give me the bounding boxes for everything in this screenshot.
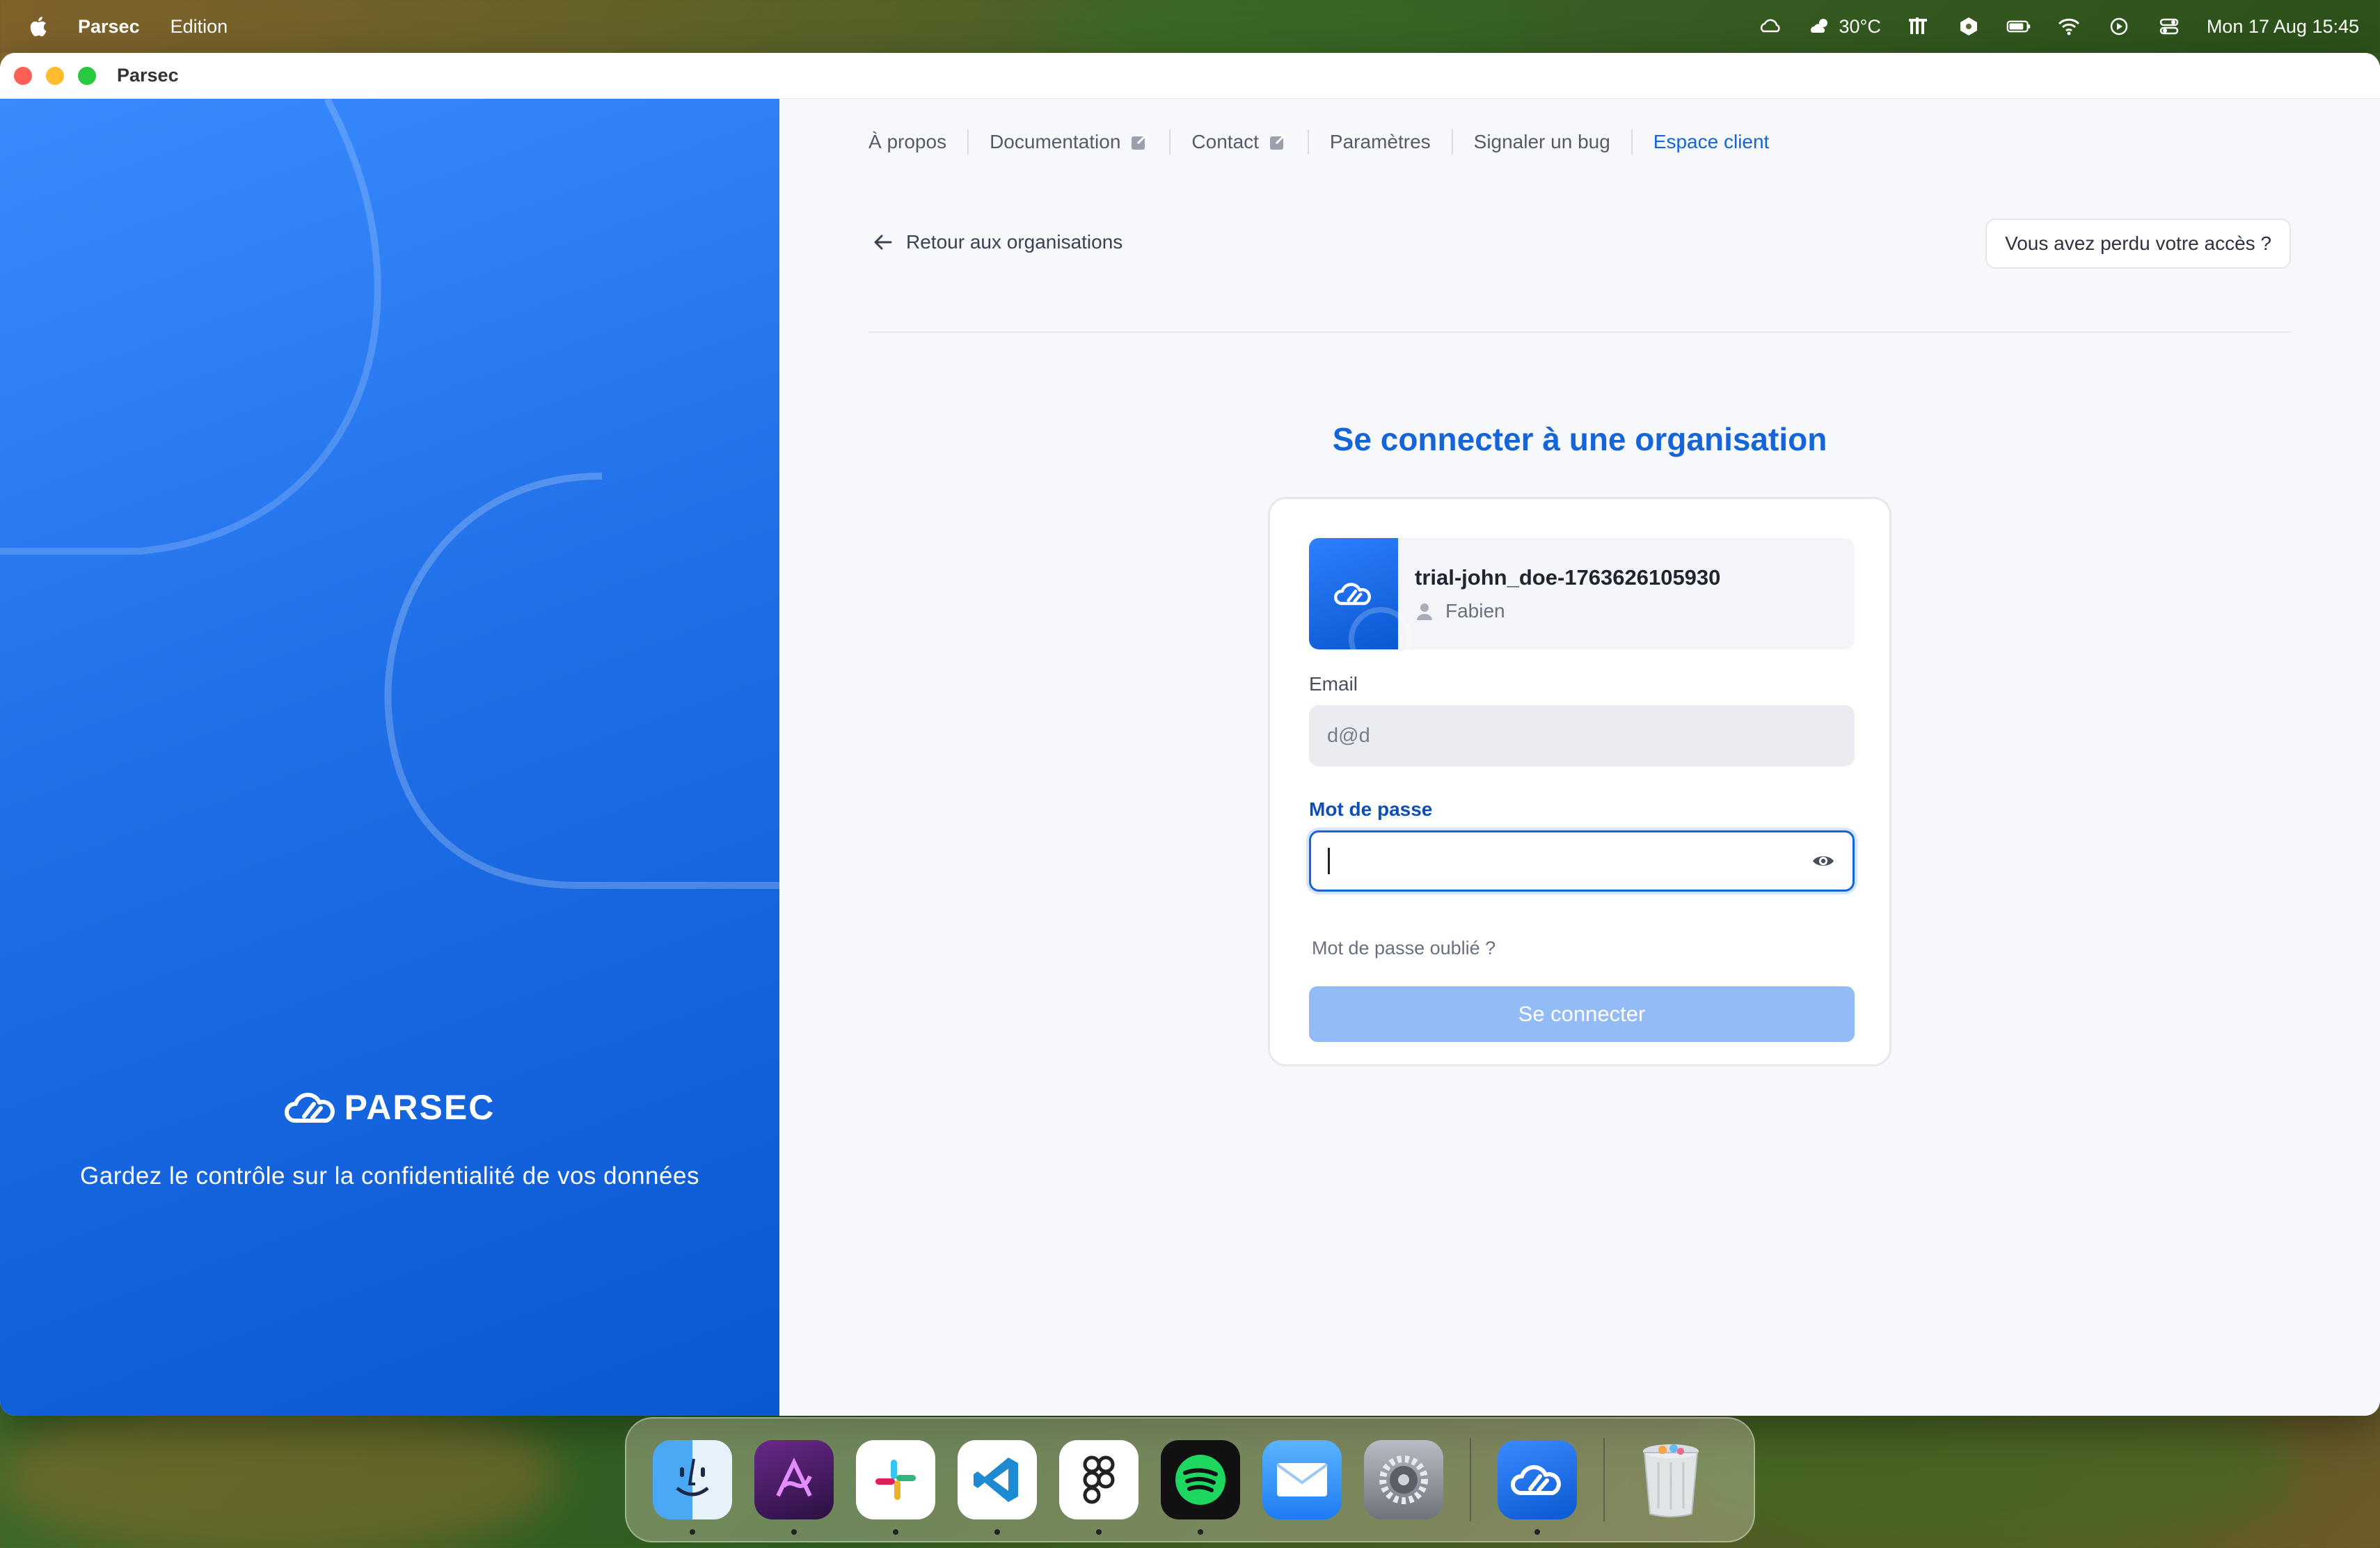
nav-contact[interactable]: Contact xyxy=(1169,129,1308,155)
vscode-glyph-icon xyxy=(974,1458,1018,1502)
menu-edition[interactable]: Edition xyxy=(170,16,228,38)
connect-button[interactable]: Se connecter xyxy=(1309,986,1855,1042)
running-indicator xyxy=(791,1529,797,1535)
wifi-icon[interactable] xyxy=(2056,16,2081,37)
email-field[interactable]: d@d xyxy=(1309,705,1855,766)
cloud-icon[interactable] xyxy=(1758,16,1783,37)
figma-glyph-icon xyxy=(1083,1455,1115,1504)
nav-customer-area[interactable]: Espace client xyxy=(1631,129,1791,155)
forgot-password-link[interactable]: Mot de passe oublié ? xyxy=(1312,938,1496,959)
email-label: Email xyxy=(1309,673,1358,695)
organization-card: trial-john_doe-1763626105930 Fabien xyxy=(1309,538,1855,649)
password-field[interactable] xyxy=(1309,830,1855,892)
running-indicator xyxy=(1096,1529,1102,1535)
show-password-icon[interactable] xyxy=(1811,848,1836,874)
nav-report-bug[interactable]: Signaler un bug xyxy=(1451,129,1631,155)
battery-icon[interactable] xyxy=(2006,16,2031,37)
running-indicator xyxy=(1534,1529,1540,1535)
avatar-arc-decoration xyxy=(1349,607,1413,649)
affinity-glyph-icon xyxy=(776,1458,812,1497)
nav-documentation[interactable]: Documentation xyxy=(967,129,1169,155)
title-bar: Parsec xyxy=(0,53,2380,99)
email-value: d@d xyxy=(1327,724,1370,747)
audio-icon[interactable] xyxy=(1906,16,1931,37)
external-link-icon xyxy=(1132,134,1148,150)
organization-name: trial-john_doe-1763626105930 xyxy=(1415,565,1721,590)
apple-icon[interactable] xyxy=(28,15,47,38)
brand-panel: PARSEC Gardez le contrôle sur la confide… xyxy=(0,99,779,1416)
weather-temp: 30°C xyxy=(1839,15,1881,37)
brand-logo: PARSEC xyxy=(0,1087,779,1128)
minimize-window-button[interactable] xyxy=(46,66,64,85)
spotify-glyph-icon xyxy=(1175,1455,1225,1505)
envelope-icon xyxy=(1276,1463,1328,1496)
control-center-icon[interactable] xyxy=(2157,16,2182,37)
lost-access-button[interactable]: Vous avez perdu votre accès ? xyxy=(1985,219,2291,269)
vscode-icon[interactable] xyxy=(958,1440,1037,1535)
slack-glyph-icon xyxy=(875,1460,916,1500)
nav-contact-label: Contact xyxy=(1191,131,1259,152)
system-settings-icon[interactable] xyxy=(1364,1440,1443,1519)
gear-icon xyxy=(1379,1455,1428,1504)
text-caret xyxy=(1328,848,1330,874)
running-indicator xyxy=(690,1529,695,1535)
dock xyxy=(625,1417,1755,1542)
slack-icon[interactable] xyxy=(856,1440,935,1535)
running-indicator xyxy=(994,1529,1000,1535)
figma-icon[interactable] xyxy=(1059,1440,1139,1535)
window-title: Parsec xyxy=(117,65,179,86)
organization-avatar xyxy=(1309,538,1413,649)
zoom-window-button[interactable] xyxy=(78,66,96,85)
organization-user-name: Fabien xyxy=(1445,600,1505,622)
running-indicator xyxy=(893,1529,898,1535)
dock-separator xyxy=(1603,1438,1605,1522)
play-circle-icon[interactable] xyxy=(2107,16,2132,37)
running-indicator xyxy=(1198,1529,1203,1535)
external-link-icon xyxy=(1269,134,1286,150)
back-to-organizations-link[interactable]: Retour aux organisations xyxy=(873,231,1122,253)
shield-hex-icon[interactable] xyxy=(1956,16,1981,37)
app-window: Parsec PARSEC Gardez le contrôle sur la … xyxy=(0,53,2380,1416)
menu-bar: Parsec Edition 30°C Mon 17 Aug 15:45 xyxy=(0,0,2380,53)
weather-icon xyxy=(1811,19,1828,33)
brand-tagline: Gardez le contrôle sur la confidentialit… xyxy=(80,1162,699,1190)
nav-about[interactable]: À propos xyxy=(868,129,967,155)
mail-icon[interactable] xyxy=(1262,1440,1342,1519)
page-title: Se connecter à une organisation xyxy=(1332,421,1827,457)
finder-face-icon xyxy=(676,1458,709,1496)
main-panel: À propos Documentation Contact Paramètre xyxy=(779,99,2380,1416)
organization-user: Fabien xyxy=(1415,600,1720,622)
parsec-icon[interactable] xyxy=(1498,1440,1577,1535)
finder-icon[interactable] xyxy=(653,1440,732,1535)
weather-widget[interactable]: 30°C xyxy=(1808,15,1881,38)
decorative-arcs xyxy=(0,99,779,889)
password-label: Mot de passe xyxy=(1309,798,1433,820)
trash-icon[interactable] xyxy=(1631,1440,1711,1519)
close-window-button[interactable] xyxy=(14,66,32,85)
parsec-cloud-icon xyxy=(1511,1464,1561,1495)
parsec-cloud-icon xyxy=(284,1092,335,1123)
menu-clock[interactable]: Mon 17 Aug 15:45 xyxy=(2207,16,2359,38)
header-divider xyxy=(868,331,2291,333)
spotify-icon[interactable] xyxy=(1161,1440,1240,1535)
brand-wordmark: PARSEC xyxy=(344,1088,495,1127)
nav-settings[interactable]: Paramètres xyxy=(1307,129,1452,155)
top-nav: À propos Documentation Contact Paramètre xyxy=(868,129,1790,155)
nav-documentation-label: Documentation xyxy=(990,131,1121,152)
affinity-icon[interactable] xyxy=(754,1440,834,1535)
login-card: trial-john_doe-1763626105930 Fabien Emai… xyxy=(1268,497,1891,1066)
back-link-label: Retour aux organisations xyxy=(906,231,1123,253)
menu-app-name[interactable]: Parsec xyxy=(78,16,140,38)
trash-can-icon xyxy=(1643,1444,1699,1517)
arrow-left-icon xyxy=(874,235,892,250)
dock-separator xyxy=(1470,1438,1471,1522)
